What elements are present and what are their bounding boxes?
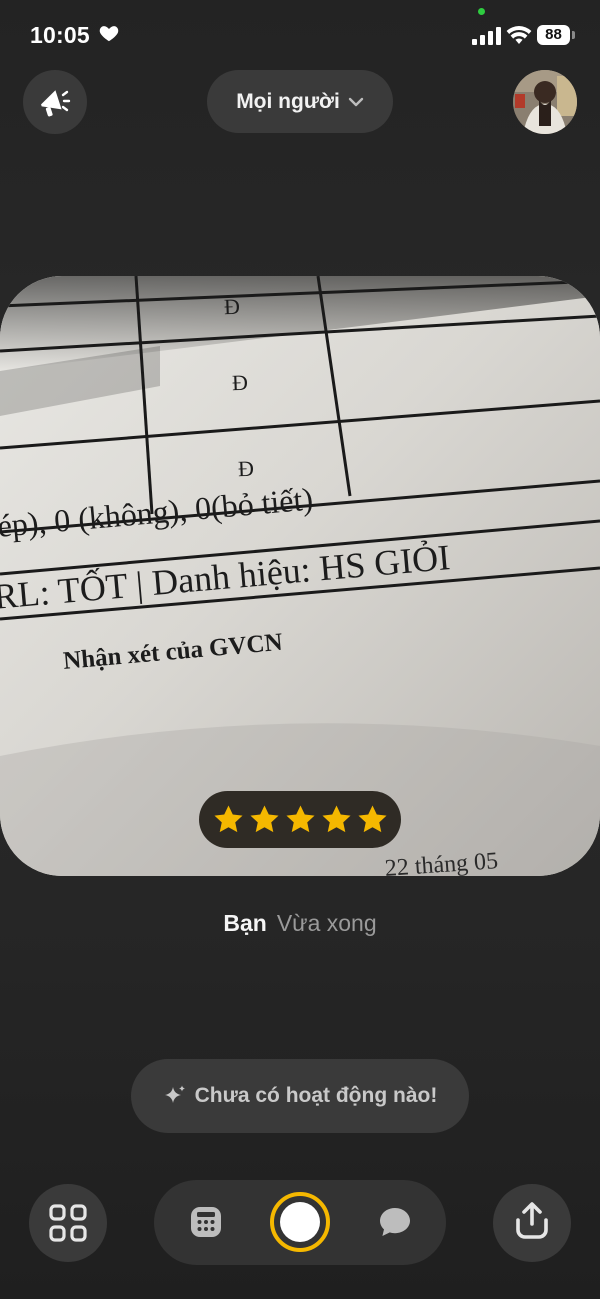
grid-view-button[interactable] (29, 1184, 107, 1262)
activity-button[interactable]: Chưa có hoạt động nào! (131, 1059, 469, 1133)
table-mark-2: Đ (231, 369, 249, 396)
star-icon (213, 805, 243, 833)
battery-tip (572, 31, 575, 39)
share-button[interactable] (493, 1184, 571, 1262)
sparkle-icon (164, 1085, 185, 1103)
post-time: Vừa xong (276, 910, 377, 936)
share-upload-icon (516, 1202, 548, 1239)
camera-in-use-indicator (478, 8, 485, 15)
cellular-signal-icon (472, 27, 501, 45)
profile-avatar[interactable] (513, 70, 577, 134)
calculator-icon[interactable] (190, 1206, 222, 1238)
wifi-icon (506, 26, 532, 44)
announcement-button[interactable] (23, 70, 87, 134)
star-icon (321, 805, 351, 833)
post-author: Bạn (223, 910, 267, 936)
star-rating (199, 791, 401, 848)
avatar-image (513, 70, 577, 134)
activity-text: Chưa có hoạt động nào! (194, 1084, 438, 1107)
grid-icon (49, 1204, 87, 1242)
shutter-inner (280, 1202, 320, 1242)
screen: 10:05 88 Mọi người Đ Đ Đ ép), 0 (không),… (0, 0, 600, 1299)
star-icon (285, 805, 315, 833)
table-mark-3: Đ (237, 455, 255, 482)
heart-icon (99, 26, 119, 42)
star-icon (357, 805, 387, 833)
megaphone-icon (41, 90, 71, 117)
chevron-down-icon (348, 97, 364, 106)
battery-indicator: 88 (537, 25, 575, 45)
chat-bubble-icon[interactable] (379, 1207, 411, 1237)
table-mark-1: Đ (223, 293, 241, 320)
star-icon (249, 805, 279, 833)
status-bar: 10:05 88 (0, 0, 600, 70)
audience-selector[interactable]: Mọi người (207, 70, 393, 133)
status-time: 10:05 (30, 22, 90, 48)
audience-label: Mọi người (236, 89, 340, 113)
photo-card[interactable]: Đ Đ Đ ép), 0 (không), 0(bỏ tiết) RL: TỐT… (0, 276, 600, 876)
battery-level: 88 (537, 25, 570, 45)
shutter-button[interactable] (270, 1192, 330, 1252)
post-caption: Bạn Vừa xong (0, 910, 600, 937)
